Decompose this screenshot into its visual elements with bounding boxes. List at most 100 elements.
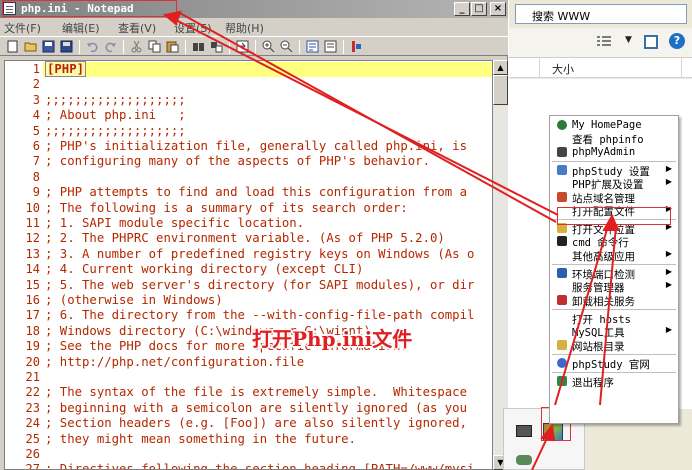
code-line[interactable]: ;;;;;;;;;;;;;;;;;;; (45, 124, 186, 138)
column-size-header[interactable]: 大小 (552, 61, 574, 77)
context-menu-label: 退出程序 (572, 377, 614, 390)
search-input[interactable]: 搜索 WWW (515, 4, 687, 24)
open-folder-icon[interactable] (24, 40, 37, 53)
context-menu-item[interactable]: 环境端口检测 ▶ (550, 267, 678, 281)
line-number: 24 (25, 416, 40, 431)
code-line[interactable]: ; 3. A number of predefined registry key… (45, 247, 474, 261)
context-menu-label: 卸载相关服务 (572, 295, 635, 308)
minimize-button[interactable]: _ (454, 2, 470, 16)
code-line[interactable]: ; Directives following the section headi… (45, 462, 474, 469)
line-number: 26 (25, 447, 40, 461)
context-menu-item[interactable]: 其他高级应用 ▶ (550, 249, 678, 263)
column-separator[interactable] (681, 58, 682, 78)
zoom-in-icon[interactable] (262, 40, 275, 53)
help-icon[interactable]: ? (669, 33, 685, 49)
tray-network-icon[interactable] (516, 455, 532, 465)
context-menu-item[interactable]: 网站根目录 (550, 339, 678, 353)
tray-monitor-icon[interactable] (516, 425, 532, 437)
code-line[interactable]: ; beginning with a semicolon are silentl… (45, 401, 467, 415)
title-highlight-box (2, 0, 177, 17)
code-line[interactable]: ; The syntax of the file is extremely si… (45, 385, 467, 399)
context-menu-label: My HomePage (572, 119, 642, 131)
maximize-button[interactable]: □ (471, 2, 487, 16)
code-line[interactable]: ; 2. The PHPRC environment variable. (As… (45, 231, 445, 245)
code-line[interactable]: ; 1. SAPI module specific location. (45, 216, 304, 230)
paste-icon[interactable] (166, 40, 179, 53)
text-editor[interactable]: 1 2 3 4 5 6 7 8 9 10 11 12 13 14 15 16 17 18 19 20 21 22 23 24 2… (4, 60, 493, 470)
context-menu-item[interactable]: MySQL工具 ▶ (550, 325, 678, 339)
font-icon[interactable] (324, 40, 337, 53)
code-line[interactable]: ; configuring many of the aspects of PHP… (45, 154, 430, 168)
code-line[interactable]: [PHP] (45, 61, 87, 77)
context-menu-item[interactable]: 退出程序 (550, 375, 678, 390)
context-menu-item[interactable]: phpMyAdmin (550, 146, 678, 159)
line-number: 25 (25, 431, 40, 446)
line-number: 4 (32, 108, 40, 123)
code-line[interactable]: ; PHP attempts to find and load this con… (45, 185, 467, 199)
redo-icon[interactable] (104, 40, 117, 53)
line-number: 16 (25, 293, 40, 307)
goto-icon[interactable] (236, 40, 249, 53)
replace-icon[interactable] (210, 40, 223, 53)
code-line[interactable]: ; About php.ini ; (45, 108, 186, 122)
undo-icon[interactable] (86, 40, 99, 53)
search-input-text: 搜索 WWW (532, 10, 591, 23)
context-menu-item[interactable]: 站点域名管理 (550, 191, 678, 205)
db-icon (557, 146, 567, 157)
submenu-arrow-icon: ▶ (665, 163, 672, 173)
context-menu-item[interactable]: cmd 命令行 (550, 235, 678, 249)
folder-icon (557, 339, 567, 350)
save-all-icon[interactable] (42, 40, 55, 53)
menu-settings[interactable]: 设置(S) (174, 20, 212, 36)
menu-view[interactable]: 查看(V) (118, 20, 156, 36)
scroll-thumb[interactable] (493, 75, 508, 105)
toolbar-separator (185, 40, 186, 54)
line-number: 12 (25, 231, 40, 246)
context-menu-item[interactable]: PHP扩展及设置 ▶ (550, 177, 678, 191)
context-menu-item[interactable]: 卸载相关服务 (550, 294, 678, 308)
scroll-up-button[interactable]: ▲ (493, 60, 508, 75)
uninstall-icon (557, 294, 567, 305)
context-menu-item[interactable]: 查看 phpinfo (550, 132, 678, 146)
word-wrap-icon[interactable] (306, 40, 319, 53)
find-icon[interactable] (192, 40, 205, 53)
toolbar-separator (299, 40, 300, 54)
menu-file[interactable]: 文件(F) (4, 20, 41, 36)
zoom-out-icon[interactable] (280, 40, 293, 53)
context-menu-item[interactable]: phpStudy 官网 (550, 357, 678, 371)
code-line[interactable]: ; (otherwise in Windows) (45, 293, 223, 307)
code-line[interactable]: ; Section headers (e.g. [Foo]) are also … (45, 416, 467, 430)
line-number-gutter: 1 2 3 4 5 6 7 8 9 10 11 12 13 14 15 16 17 18 19 20 21 22 23 24 2… (5, 61, 43, 469)
new-file-icon[interactable] (6, 40, 19, 53)
close-button[interactable]: × (490, 2, 506, 16)
preview-pane-icon[interactable] (644, 35, 658, 49)
code-line[interactable]: ; 4. Current working directory (except C… (45, 262, 363, 276)
context-menu-item[interactable]: phpStudy 设置 ▶ (550, 163, 678, 178)
copy-icon[interactable] (148, 40, 161, 53)
menu-help[interactable]: 帮助(H) (225, 20, 264, 36)
code-line[interactable]: ;;;;;;;;;;;;;;;;;;; (45, 93, 186, 107)
code-line[interactable]: ; PHP's initialization file, generally c… (45, 139, 467, 153)
line-number: 6 (32, 139, 40, 153)
notepad-window: php.ini - Notepad _ □ × 文件(F) 编辑(E) 查看(V… (0, 0, 508, 470)
code-line[interactable]: ; http://php.net/configuration.file (45, 355, 304, 369)
line-number: 5 (32, 123, 40, 138)
cut-icon[interactable] (130, 40, 143, 53)
menu-separator (552, 308, 676, 310)
code-line[interactable]: ; they might mean something in the futur… (45, 432, 356, 446)
column-separator[interactable] (539, 58, 540, 78)
context-menu-item[interactable]: 打开 hosts (550, 312, 678, 326)
save-icon[interactable] (60, 40, 73, 53)
context-menu-item[interactable]: My HomePage (550, 119, 678, 132)
code-line[interactable]: ; 6. The directory from the --with-confi… (45, 308, 474, 322)
view-options-icon[interactable] (597, 36, 611, 48)
menu-edit[interactable]: 编辑(E) (62, 20, 100, 36)
settings-icon[interactable] (350, 40, 363, 53)
code-area[interactable]: [PHP];;;;;;;;;;;;;;;;;;;; About php.ini … (43, 61, 492, 469)
callout-text: 打开Php.ini文件 (252, 327, 413, 351)
code-line[interactable]: ; 5. The web server's directory (for SAP… (45, 278, 474, 292)
column-header: 大小 (509, 58, 692, 78)
view-dropdown-icon[interactable]: ▼ (625, 35, 632, 45)
code-line[interactable]: ; The following is a summary of its sear… (45, 201, 408, 215)
context-menu-item[interactable]: 服务管理器 ▶ (550, 280, 678, 294)
